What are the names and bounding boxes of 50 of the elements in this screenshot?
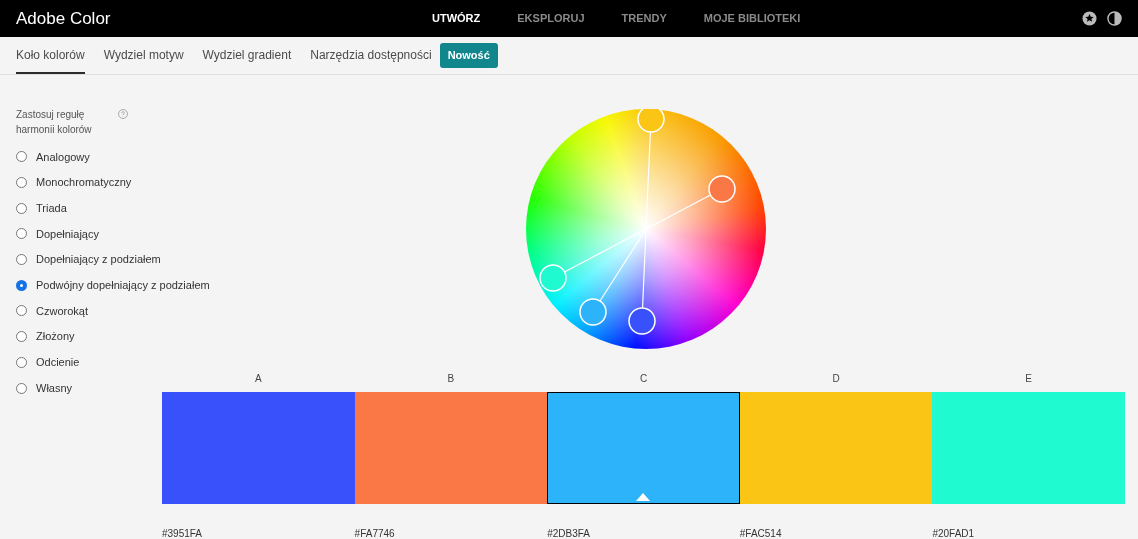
- radio-option[interactable]: Dopełniający: [16, 221, 99, 247]
- radio-option[interactable]: Odcienie: [16, 349, 80, 376]
- nav-link[interactable]: TRENDY: [621, 10, 667, 27]
- swatch-label: B: [447, 371, 455, 386]
- radio-option[interactable]: Analogowy: [16, 144, 90, 170]
- radio-button[interactable]: [16, 331, 27, 343]
- radio-option[interactable]: Złożony: [16, 323, 75, 350]
- radio-option[interactable]: Monochromatyczny: [16, 169, 132, 196]
- radio-button[interactable]: [16, 356, 27, 368]
- swatch-label: C: [639, 371, 648, 386]
- radio-button[interactable]: [16, 177, 27, 189]
- radio-button[interactable]: [16, 382, 27, 394]
- radio-option[interactable]: Dopełniający z podziałem: [16, 246, 161, 273]
- color-swatch[interactable]: [547, 392, 740, 504]
- radio-option[interactable]: Własny: [16, 375, 73, 401]
- app-title: Adobe Color: [16, 7, 111, 30]
- radio-button[interactable]: [16, 305, 27, 317]
- hex-field[interactable]: #20FAD1: [932, 524, 1113, 539]
- tab[interactable]: Wydziel gradient: [202, 37, 292, 74]
- hex-field[interactable]: #FAC514: [739, 524, 921, 539]
- hex-field[interactable]: #3951FA: [162, 524, 343, 539]
- radio-button[interactable]: [16, 228, 27, 240]
- radio-button[interactable]: [16, 202, 27, 214]
- tab[interactable]: Wydziel motyw: [103, 37, 184, 74]
- radio-button[interactable]: [16, 254, 27, 266]
- hex-field[interactable]: #FA7746: [354, 524, 536, 539]
- color-swatch[interactable]: [354, 392, 548, 504]
- swatch-label: D: [832, 371, 840, 386]
- color-handle[interactable]: [538, 228, 647, 292]
- swatch-label: A: [254, 371, 262, 386]
- tab[interactable]: Narzędzia dostępności: [310, 37, 432, 74]
- radio-button[interactable]: [16, 279, 27, 291]
- section-title: Zastosuj regułę harmonii kolorów: [16, 108, 93, 137]
- color-handle[interactable]: [578, 228, 647, 326]
- new-badge: Nowość: [439, 43, 498, 68]
- color-swatch[interactable]: [932, 392, 1125, 504]
- selected-indicator-icon: [636, 493, 651, 501]
- radio-button[interactable]: [16, 151, 27, 163]
- nav-link[interactable]: UTWÓRZ: [432, 10, 481, 27]
- radio-option[interactable]: Podwójny dopełniający z podziałem: [16, 272, 210, 299]
- tab[interactable]: Koło kolorów: [16, 37, 85, 74]
- hex-field[interactable]: #2DB3FA: [547, 524, 728, 539]
- color-swatch[interactable]: [162, 392, 355, 504]
- radio-option[interactable]: Czworokąt: [16, 298, 88, 324]
- radio-option[interactable]: Triada: [16, 195, 67, 222]
- nav-link[interactable]: MOJE BIBLIOTEKI: [703, 10, 801, 27]
- theme-icon[interactable]: [1107, 11, 1122, 26]
- color-swatch[interactable]: [739, 392, 933, 504]
- nav-link[interactable]: EKSPLORUJ: [517, 10, 585, 27]
- swatch-label: E: [1025, 371, 1033, 386]
